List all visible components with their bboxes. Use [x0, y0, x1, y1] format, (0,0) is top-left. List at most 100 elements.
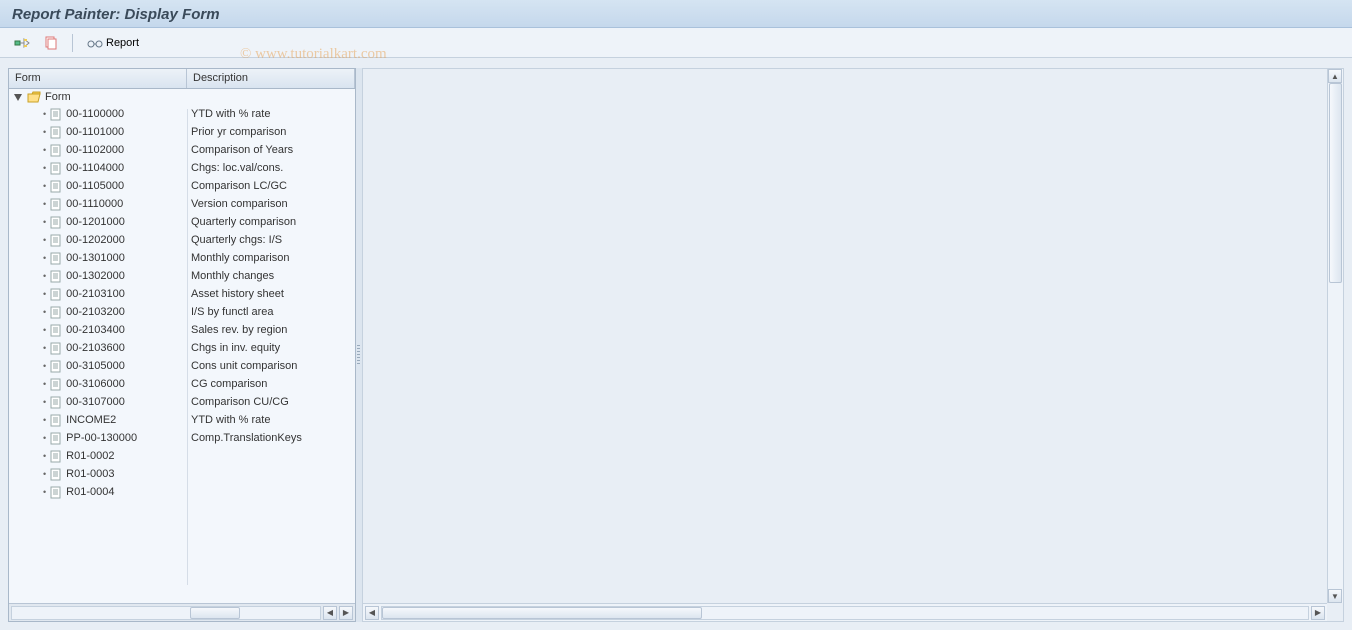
glasses-icon	[87, 37, 103, 49]
bullet-icon: •	[43, 109, 46, 119]
tree-item[interactable]: •00-2103200I/S by functl area	[9, 303, 355, 321]
tree-item-form: 00-1105000	[66, 180, 124, 192]
tree-item-form: 00-1102000	[66, 144, 124, 156]
tree-item-form: 00-2103400	[66, 324, 125, 336]
document-icon	[50, 450, 62, 463]
document-icon	[50, 288, 62, 301]
scroll-right-arrow[interactable]: ▶	[339, 606, 353, 620]
copy-icon	[44, 36, 58, 50]
document-icon	[50, 486, 62, 499]
tree-item[interactable]: •00-1301000Monthly comparison	[9, 249, 355, 267]
tree-item[interactable]: •00-1102000Comparison of Years	[9, 141, 355, 159]
bullet-icon: •	[43, 451, 46, 461]
scroll-down-arrow[interactable]: ▼	[1328, 589, 1342, 603]
tree-item-form: 00-3107000	[66, 396, 125, 408]
main-horizontal-scrollbar[interactable]: ◀ ▶	[363, 603, 1327, 621]
bullet-icon: •	[43, 469, 46, 479]
vscroll-thumb[interactable]	[1329, 83, 1342, 283]
document-icon	[50, 414, 62, 427]
tree-item[interactable]: •INCOME2YTD with % rate	[9, 411, 355, 429]
document-icon	[50, 468, 62, 481]
report-button-label: Report	[106, 37, 139, 49]
tree-item[interactable]: •R01-0004	[9, 483, 355, 501]
bullet-icon: •	[43, 343, 46, 353]
document-icon	[50, 360, 62, 373]
tree-item[interactable]: •00-3105000Cons unit comparison	[9, 357, 355, 375]
document-icon	[50, 378, 62, 391]
tree-item-desc: Sales rev. by region	[187, 324, 355, 336]
tree-item-desc: YTD with % rate	[187, 108, 355, 120]
bullet-icon: •	[43, 379, 46, 389]
tree-item[interactable]: • R01-0003	[9, 465, 355, 483]
tree-item-desc: Chgs in inv. equity	[187, 342, 355, 354]
scroll-left-arrow[interactable]: ◀	[323, 606, 337, 620]
main-scroll-left-arrow[interactable]: ◀	[365, 606, 379, 620]
tree-item-form: R01-0003	[66, 468, 114, 480]
tree-item-desc: Comparison CU/CG	[187, 396, 355, 408]
document-icon	[50, 216, 62, 229]
bullet-icon: •	[43, 289, 46, 299]
column-divider	[187, 109, 188, 585]
tree-item-desc: CG comparison	[187, 378, 355, 390]
vertical-scrollbar[interactable]: ▲ ▼	[1327, 69, 1343, 603]
tree-item-form: INCOME2	[66, 414, 116, 426]
document-icon	[50, 324, 62, 337]
tree-item-form: 00-2103200	[66, 306, 125, 318]
tree-item[interactable]: •00-1110000Version comparison	[9, 195, 355, 213]
column-header-form[interactable]: Form	[9, 69, 187, 88]
content-area: Form Description Form • 00-1100000 YTD wit…	[0, 58, 1352, 630]
bullet-icon: •	[43, 487, 46, 497]
copy-button[interactable]	[40, 34, 62, 52]
tree-item[interactable]: • R01-0002	[9, 447, 355, 465]
tree-item-form: 00-1104000	[66, 162, 124, 174]
tree-item[interactable]: •00-2103400Sales rev. by region	[9, 321, 355, 339]
document-icon	[50, 432, 62, 445]
tree-item-form: 00-1110000	[66, 198, 123, 210]
execute-button[interactable]	[10, 34, 34, 52]
bullet-icon: •	[43, 307, 46, 317]
form-tree-panel: Form Description Form • 00-1100000 YTD wit…	[8, 68, 356, 622]
tree-item[interactable]: •00-1302000Monthly changes	[9, 267, 355, 285]
tree-item-desc: Monthly changes	[187, 270, 355, 282]
title-bar: Report Painter: Display Form	[0, 0, 1352, 28]
tree-body: Form • 00-1100000 YTD with % rate •00-11010…	[9, 89, 355, 603]
collapse-icon	[13, 92, 23, 102]
hscroll-thumb[interactable]	[190, 607, 240, 619]
tree-item-form: 00-1202000	[66, 234, 125, 246]
tree-item-desc: Asset history sheet	[187, 288, 355, 300]
tree-item[interactable]: •00-2103100Asset history sheet	[9, 285, 355, 303]
column-header-description[interactable]: Description	[187, 69, 355, 88]
tree-item[interactable]: • 00-1100000 YTD with % rate	[9, 105, 355, 123]
tree-item-form: 00-1100000	[66, 108, 124, 120]
tree-item-form: R01-0002	[66, 450, 114, 462]
tree-item[interactable]: •00-1202000Quarterly chgs: I/S	[9, 231, 355, 249]
report-button[interactable]: Report	[83, 35, 143, 51]
tree-item[interactable]: •00-1201000Quarterly comparison	[9, 213, 355, 231]
tree-item[interactable]: •00-3106000CG comparison	[9, 375, 355, 393]
main-scroll-right-arrow[interactable]: ▶	[1311, 606, 1325, 620]
tree-item-desc: Chgs: loc.val/cons.	[187, 162, 355, 174]
tree-item-desc: Comparison LC/GC	[187, 180, 355, 192]
document-icon	[50, 396, 62, 409]
tree-item[interactable]: •00-2103600Chgs in inv. equity	[9, 339, 355, 357]
document-icon	[50, 162, 62, 175]
main-hscroll-track[interactable]	[381, 606, 1309, 620]
scroll-up-arrow[interactable]: ▲	[1328, 69, 1342, 83]
bullet-icon: •	[43, 163, 46, 173]
tree-item-form: 00-1301000	[66, 252, 125, 264]
hscroll-track[interactable]	[11, 606, 321, 620]
tree-item[interactable]: • 00-1104000 Chgs: loc.val/cons.	[9, 159, 355, 177]
vscroll-track[interactable]	[1328, 83, 1343, 589]
tree-item[interactable]: •00-3107000Comparison CU/CG	[9, 393, 355, 411]
document-icon	[50, 252, 62, 265]
tree-root-node[interactable]: Form	[9, 89, 355, 105]
tree-item[interactable]: •00-1101000Prior yr comparison	[9, 123, 355, 141]
tree-item[interactable]: •PP-00-130000Comp.TranslationKeys	[9, 429, 355, 447]
tree-horizontal-scrollbar[interactable]: ◀ ▶	[9, 603, 355, 621]
bullet-icon: •	[43, 145, 46, 155]
main-hscroll-thumb[interactable]	[382, 607, 702, 619]
tree-item-form: 00-1201000	[66, 216, 125, 228]
tree-item[interactable]: •00-1105000Comparison LC/GC	[9, 177, 355, 195]
tree-header: Form Description	[9, 69, 355, 89]
tree-item-desc: Quarterly chgs: I/S	[187, 234, 355, 246]
